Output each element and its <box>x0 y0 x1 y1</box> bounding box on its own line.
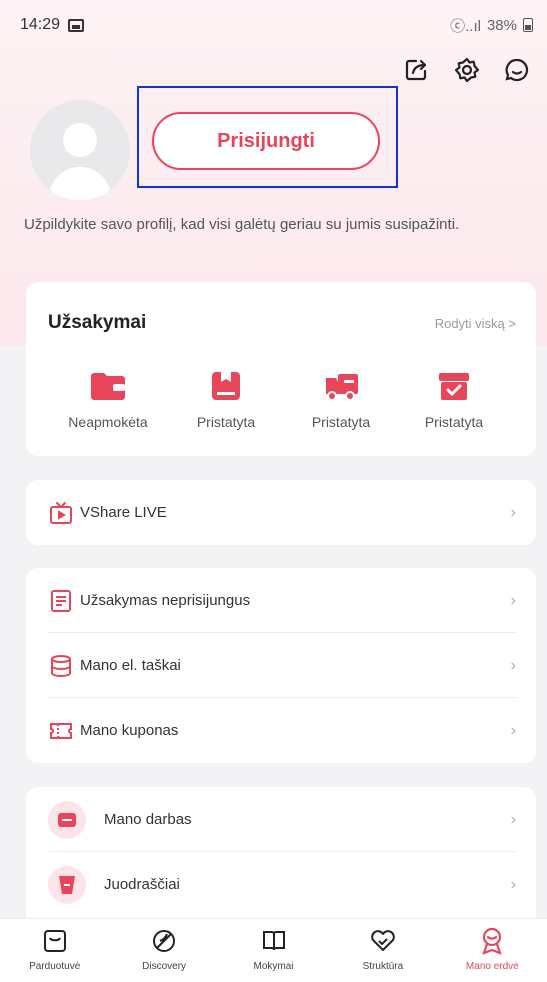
menu-item-label: Mano el. taškai <box>80 657 181 674</box>
default-avatar-icon <box>48 123 112 200</box>
discovery-icon <box>148 925 180 957</box>
chevron-right-icon: › <box>510 656 516 674</box>
menu-item-guest-order[interactable]: Užsakymas neprisijungus › <box>26 568 536 633</box>
order-delivered-1[interactable]: Pristatyta <box>166 368 286 430</box>
vshare-card: VShare LIVE › <box>26 480 536 545</box>
nav-discovery[interactable]: Discovery <box>109 919 218 982</box>
share-icon[interactable] <box>401 54 433 86</box>
profile-badge-icon <box>476 925 508 957</box>
menu-item-label: Mano darbas <box>104 811 192 828</box>
image-notification-icon <box>68 18 85 32</box>
avatar[interactable] <box>30 100 130 200</box>
book-icon <box>258 925 290 957</box>
order-delivered-2[interactable]: Pristatyta <box>281 368 401 430</box>
nav-training[interactable]: Mokymai <box>219 919 328 982</box>
orders-card: Užsakymai Rodyti viską > Neapmokėta Pris… <box>26 282 536 456</box>
chevron-right-icon: › <box>510 503 516 521</box>
store-icon <box>39 925 71 957</box>
menu-card: Užsakymas neprisijungus › Mano el. taška… <box>26 568 536 763</box>
box-icon <box>206 368 246 404</box>
chevron-right-icon: › <box>510 591 516 609</box>
profile-hint: Užpildykite savo profilį, kad visi galėt… <box>24 216 460 233</box>
settings-icon[interactable] <box>451 54 483 86</box>
nav-structure[interactable]: Struktūra <box>328 919 437 982</box>
database-icon <box>48 653 74 679</box>
nav-label: Parduotuvė <box>29 961 81 972</box>
menu-item-drafts[interactable]: Juodraščiai › <box>26 852 536 917</box>
heart-icon <box>367 925 399 957</box>
signal-indicator: ⓒ..ıl <box>450 17 481 35</box>
coupon-icon <box>48 718 74 744</box>
vshare-label: VShare LIVE <box>80 504 167 521</box>
chevron-right-icon: › <box>510 875 516 893</box>
menu-item-label: Mano kuponas <box>80 722 179 739</box>
chat-icon[interactable] <box>501 54 533 86</box>
drafts-icon <box>48 865 86 904</box>
work-icon <box>48 800 86 839</box>
see-all-link[interactable]: Rodyti viską > <box>435 316 516 331</box>
menu-item-my-work[interactable]: Mano darbas › <box>26 787 536 852</box>
nav-label: Discovery <box>142 961 187 972</box>
chevron-right-icon: › <box>510 721 516 739</box>
status-time: 14:29 <box>20 16 61 33</box>
orders-title: Užsakymai <box>48 312 147 333</box>
order-label: Pristatyta <box>196 414 256 430</box>
nav-label: Mokymai <box>253 961 294 972</box>
nav-store[interactable]: Parduotuvė <box>0 919 109 982</box>
nav-my-space[interactable]: Mano erdvė <box>438 919 547 982</box>
battery-level: 38% <box>486 16 517 34</box>
order-label: Neapmokėta <box>68 414 148 430</box>
package-check-icon <box>434 368 474 404</box>
tv-play-icon <box>48 500 74 526</box>
order-label: Pristatyta <box>311 414 371 430</box>
menu-item-label: Juodraščiai <box>104 876 180 893</box>
battery-icon <box>523 18 533 32</box>
document-icon <box>48 588 74 614</box>
order-label: Pristatyta <box>424 414 484 430</box>
chevron-right-icon: › <box>510 810 516 828</box>
bottom-navigation: Parduotuvė Discovery Mokymai Struktūra M… <box>0 918 547 982</box>
vshare-live-row[interactable]: VShare LIVE › <box>26 480 536 545</box>
menu-item-points[interactable]: Mano el. taškai › <box>26 633 536 698</box>
status-bar: 14:29 ⓒ..ıl 38% <box>0 0 547 50</box>
order-delivered-3[interactable]: Pristatyta <box>394 368 514 430</box>
menu-item-label: Užsakymas neprisijungus <box>80 592 251 609</box>
top-actions <box>401 54 533 86</box>
menu-item-coupon[interactable]: Mano kuponas › <box>26 698 536 763</box>
login-button[interactable]: Prisijungti <box>152 112 380 170</box>
truck-icon <box>321 368 361 404</box>
wallet-icon <box>88 368 128 404</box>
nav-label: Struktūra <box>362 961 404 972</box>
order-unpaid[interactable]: Neapmokėta <box>48 368 168 430</box>
nav-label: Mano erdvė <box>465 961 519 972</box>
